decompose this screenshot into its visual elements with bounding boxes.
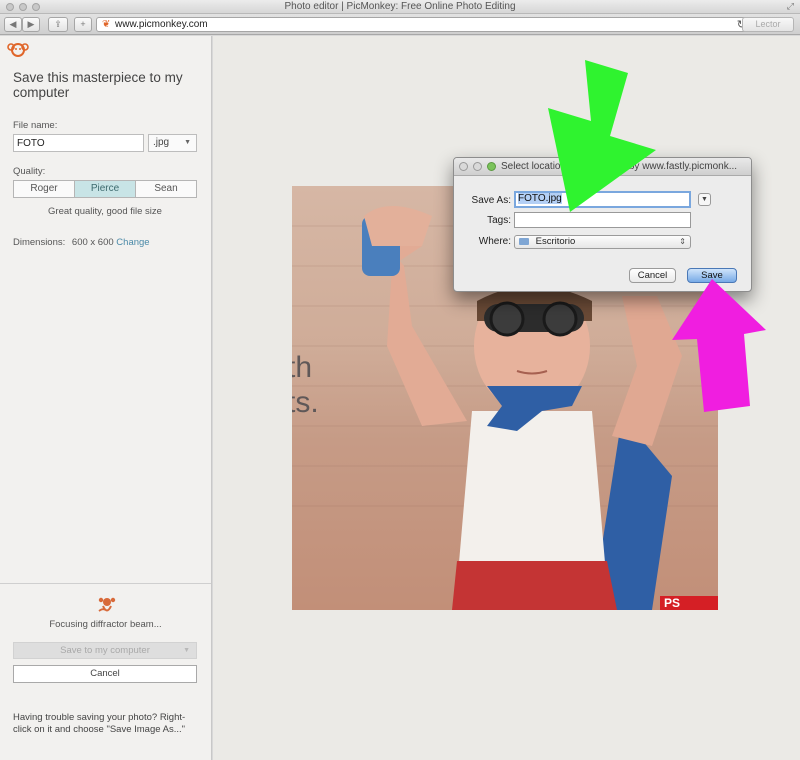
quality-option-sean[interactable]: Sean <box>136 181 196 197</box>
forward-button[interactable]: ▶ <box>22 17 40 32</box>
chevron-down-icon: ▼ <box>701 196 708 203</box>
photo-text-line-2: ts. <box>292 386 319 419</box>
file-name-input[interactable] <box>13 134 144 152</box>
save-as-label: Save As: <box>471 195 511 206</box>
back-arrow-icon: ◀ <box>9 19 17 29</box>
forward-arrow-icon: ▶ <box>27 19 35 29</box>
save-sidebar: Save this masterpiece to my computer Fil… <box>0 36 212 760</box>
tags-input[interactable] <box>514 212 691 228</box>
cancel-button[interactable]: Cancel <box>13 665 197 683</box>
url-text[interactable]: www.picmonkey.com <box>115 19 208 30</box>
divider <box>0 583 211 584</box>
up-down-arrows-icon: ⇕ <box>679 237 686 246</box>
dimensions-value: 600 x 600 <box>71 237 114 248</box>
quality-option-pierce[interactable]: Pierce <box>75 181 136 197</box>
dialog-zoom-button[interactable] <box>487 162 496 171</box>
format-select[interactable]: .jpg ▼ <box>148 134 197 152</box>
dialog-titlebar: Select location for download by www.fast… <box>454 158 751 176</box>
new-tab-button[interactable]: + <box>74 17 92 32</box>
quality-option-roger[interactable]: Roger <box>14 181 75 197</box>
where-label: Where: <box>478 236 511 247</box>
site-favicon-icon: ❦ <box>102 19 111 30</box>
dialog-title: Select location for download by www.fast… <box>501 161 738 172</box>
share-button[interactable]: ⇪ <box>48 17 68 32</box>
status-text: Focusing diffractor beam... <box>49 619 162 630</box>
expand-dialog-button[interactable]: ▼ <box>698 193 711 206</box>
window-title: Photo editor | PicMonkey: Free Online Ph… <box>284 1 516 12</box>
quality-segmented-control: Roger Pierce Sean <box>13 180 197 198</box>
help-text: Having trouble saving your photo? Right-… <box>13 712 186 735</box>
fullscreen-icon[interactable]: ⤢ <box>787 1 794 12</box>
dialog-minimize-button[interactable] <box>473 162 482 171</box>
monkey-mascot-icon <box>96 595 118 620</box>
photo-badge: PS <box>660 596 718 610</box>
folder-icon <box>519 238 529 245</box>
file-name-label: File name: <box>13 120 58 131</box>
address-bar[interactable]: ❦ www.picmonkey.com ↻ <box>96 17 752 32</box>
where-value: Escritorio <box>535 236 576 247</box>
back-button[interactable]: ◀ <box>4 17 22 32</box>
save-as-value: FOTO.jpg <box>518 193 562 204</box>
reader-button[interactable]: Lector <box>742 17 794 32</box>
chevron-down-icon: ▼ <box>183 647 190 654</box>
format-value: .jpg <box>153 137 170 148</box>
dimensions-row: Dimensions: 600 x 600 Change <box>13 237 150 248</box>
tags-label: Tags: <box>487 215 511 226</box>
where-popup[interactable]: Escritorio ⇕ <box>514 235 691 249</box>
window-titlebar: Photo editor | PicMonkey: Free Online Ph… <box>0 0 800 14</box>
picmonkey-logo-icon[interactable] <box>7 41 29 59</box>
dialog-close-button[interactable] <box>459 162 468 171</box>
share-icon: ⇪ <box>54 19 62 29</box>
page-title: Save this masterpiece to my computer <box>13 70 183 100</box>
save-dialog: Select location for download by www.fast… <box>453 157 752 292</box>
save-as-input[interactable]: FOTO.jpg <box>514 191 691 208</box>
editor-canvas: th ts. PS <box>213 36 800 760</box>
chevron-down-icon: ▼ <box>184 139 191 146</box>
dimensions-label: Dimensions: <box>13 237 66 248</box>
photo-text-line-1: th <box>292 351 313 384</box>
quality-description: Great quality, good file size <box>48 206 162 217</box>
quality-label: Quality: <box>13 166 46 177</box>
plus-icon: + <box>80 19 86 29</box>
save-to-computer-button[interactable]: Save to my computer ▼ <box>13 642 197 659</box>
browser-toolbar: ◀ ▶ ⇪ + ❦ www.picmonkey.com ↻ Lector <box>0 14 800 35</box>
dialog-save-button[interactable]: Save <box>687 268 737 283</box>
change-dimensions-link[interactable]: Change <box>116 237 149 248</box>
dialog-cancel-button[interactable]: Cancel <box>629 268 676 283</box>
save-to-computer-label: Save to my computer <box>60 645 150 656</box>
